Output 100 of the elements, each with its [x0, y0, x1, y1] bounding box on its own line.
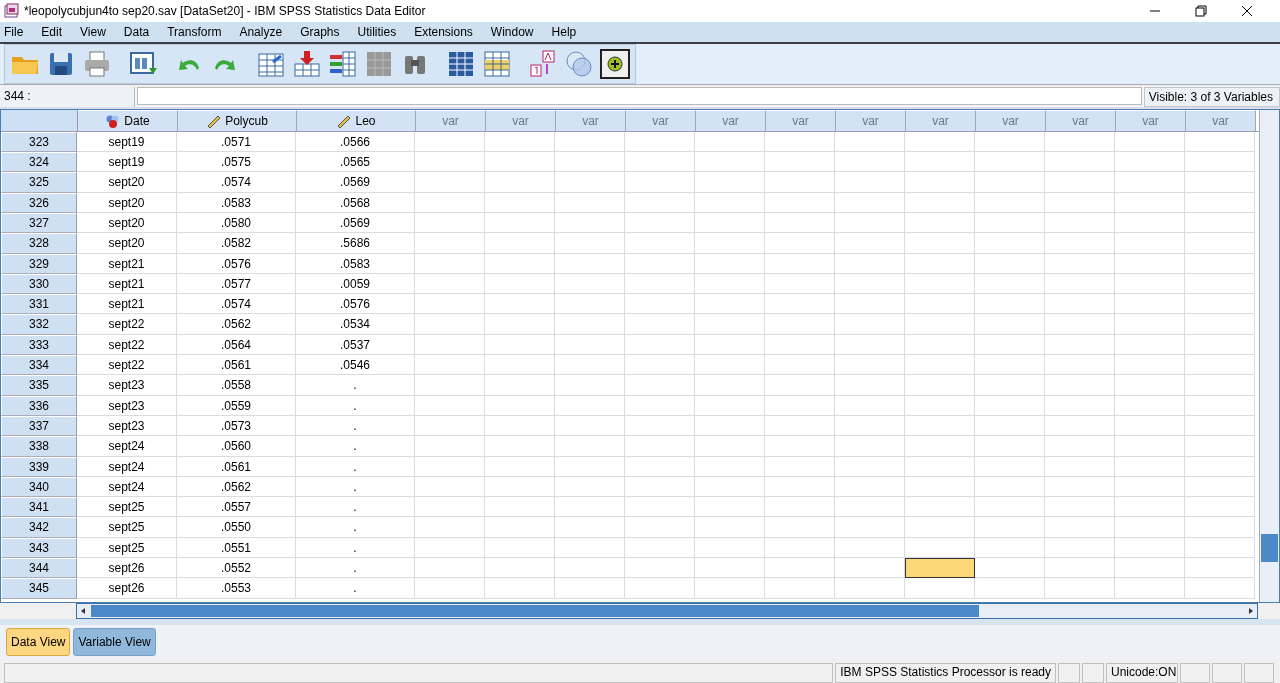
row-header[interactable]: 338 — [1, 436, 77, 457]
empty-cell[interactable] — [765, 395, 835, 416]
empty-cell[interactable] — [485, 334, 555, 356]
empty-cell[interactable] — [765, 334, 835, 356]
empty-cell[interactable] — [695, 355, 765, 376]
empty-cell[interactable] — [1115, 497, 1185, 518]
empty-cell[interactable] — [765, 355, 835, 376]
empty-cell[interactable] — [1185, 476, 1255, 498]
empty-cell[interactable] — [1185, 456, 1255, 477]
empty-cell[interactable] — [905, 476, 975, 498]
empty-cell[interactable] — [555, 172, 625, 193]
empty-cell[interactable] — [765, 558, 835, 579]
empty-cell[interactable] — [415, 415, 485, 437]
menu-item[interactable]: View — [80, 24, 114, 39]
empty-cell[interactable] — [625, 192, 695, 213]
empty-cell[interactable] — [835, 537, 905, 558]
empty-cell[interactable] — [905, 212, 975, 234]
empty-cell[interactable] — [555, 273, 625, 295]
empty-cell[interactable] — [1045, 314, 1115, 335]
empty-cell[interactable] — [1045, 212, 1115, 234]
empty-cell[interactable] — [625, 273, 695, 295]
empty-cell[interactable] — [485, 294, 555, 315]
empty-cell[interactable] — [1045, 497, 1115, 518]
menu-item[interactable]: Data — [123, 24, 158, 39]
row-header[interactable]: 332 — [1, 314, 77, 335]
empty-cell[interactable] — [415, 273, 485, 295]
empty-cell[interactable] — [695, 375, 765, 396]
empty-cell[interactable] — [835, 517, 905, 538]
row-header[interactable]: 339 — [1, 456, 77, 477]
empty-cell[interactable] — [975, 436, 1045, 457]
empty-cell[interactable] — [765, 152, 835, 173]
row-header[interactable]: 345 — [1, 578, 77, 599]
column-header[interactable]: var — [906, 109, 976, 131]
empty-cell[interactable] — [905, 152, 975, 173]
empty-cell[interactable] — [905, 314, 975, 335]
horizontal-scrollbar[interactable] — [76, 603, 1258, 620]
empty-cell[interactable] — [835, 578, 905, 599]
row-header[interactable]: 328 — [1, 233, 77, 254]
menu-item[interactable]: Graphs — [300, 24, 348, 39]
scroll-thumb[interactable] — [1261, 534, 1278, 563]
empty-cell[interactable] — [905, 233, 975, 254]
empty-cell[interactable] — [485, 355, 555, 376]
empty-cell[interactable] — [835, 253, 905, 274]
active-cell[interactable] — [905, 558, 975, 579]
empty-cell[interactable] — [625, 253, 695, 274]
empty-cell[interactable] — [1115, 436, 1185, 457]
empty-cell[interactable] — [625, 172, 695, 193]
empty-cell[interactable] — [415, 395, 485, 416]
empty-cell[interactable] — [835, 294, 905, 315]
empty-cell[interactable] — [1185, 537, 1255, 558]
row-header[interactable]: 333 — [1, 334, 77, 356]
empty-cell[interactable] — [905, 578, 975, 599]
empty-cell[interactable] — [765, 131, 835, 153]
empty-cell[interactable] — [1185, 273, 1255, 295]
empty-cell[interactable] — [975, 375, 1045, 396]
empty-cell[interactable] — [1115, 131, 1185, 153]
empty-cell[interactable] — [765, 375, 835, 396]
empty-cell[interactable] — [765, 192, 835, 213]
empty-cell[interactable] — [485, 537, 555, 558]
empty-cell[interactable] — [905, 456, 975, 477]
empty-cell[interactable] — [1045, 273, 1115, 295]
scroll-thumb[interactable] — [91, 605, 979, 618]
row-header[interactable]: 342 — [1, 517, 77, 538]
empty-cell[interactable] — [415, 355, 485, 376]
empty-cell[interactable] — [975, 172, 1045, 193]
empty-cell[interactable] — [1045, 294, 1115, 315]
empty-cell[interactable] — [1185, 314, 1255, 335]
empty-cell[interactable] — [1185, 415, 1255, 437]
empty-cell[interactable] — [1185, 233, 1255, 254]
empty-cell[interactable] — [1045, 355, 1115, 376]
empty-cell[interactable] — [975, 273, 1045, 295]
empty-cell[interactable] — [1115, 253, 1185, 274]
empty-cell[interactable] — [765, 537, 835, 558]
empty-cell[interactable] — [415, 375, 485, 396]
empty-cell[interactable] — [905, 172, 975, 193]
empty-cell[interactable] — [555, 537, 625, 558]
empty-cell[interactable] — [695, 152, 765, 173]
empty-cell[interactable] — [835, 497, 905, 518]
empty-cell[interactable] — [905, 517, 975, 538]
empty-cell[interactable] — [975, 131, 1045, 153]
empty-cell[interactable] — [1115, 172, 1185, 193]
empty-cell[interactable] — [1115, 334, 1185, 356]
empty-cell[interactable] — [1185, 355, 1255, 376]
empty-cell[interactable] — [765, 314, 835, 335]
empty-cell[interactable] — [1045, 415, 1115, 437]
empty-cell[interactable] — [415, 233, 485, 254]
empty-cell[interactable] — [695, 415, 765, 437]
empty-cell[interactable] — [835, 131, 905, 153]
empty-cell[interactable] — [905, 131, 975, 153]
empty-cell[interactable] — [975, 253, 1045, 274]
empty-cell[interactable] — [765, 273, 835, 295]
empty-cell[interactable] — [905, 395, 975, 416]
empty-cell[interactable] — [1115, 355, 1185, 376]
row-header[interactable]: 329 — [1, 253, 77, 274]
menu-item[interactable]: Analyze — [239, 24, 291, 39]
empty-cell[interactable] — [1115, 294, 1185, 315]
empty-cell[interactable] — [555, 314, 625, 335]
empty-cell[interactable] — [695, 456, 765, 477]
empty-cell[interactable] — [415, 192, 485, 213]
empty-cell[interactable] — [1115, 273, 1185, 295]
